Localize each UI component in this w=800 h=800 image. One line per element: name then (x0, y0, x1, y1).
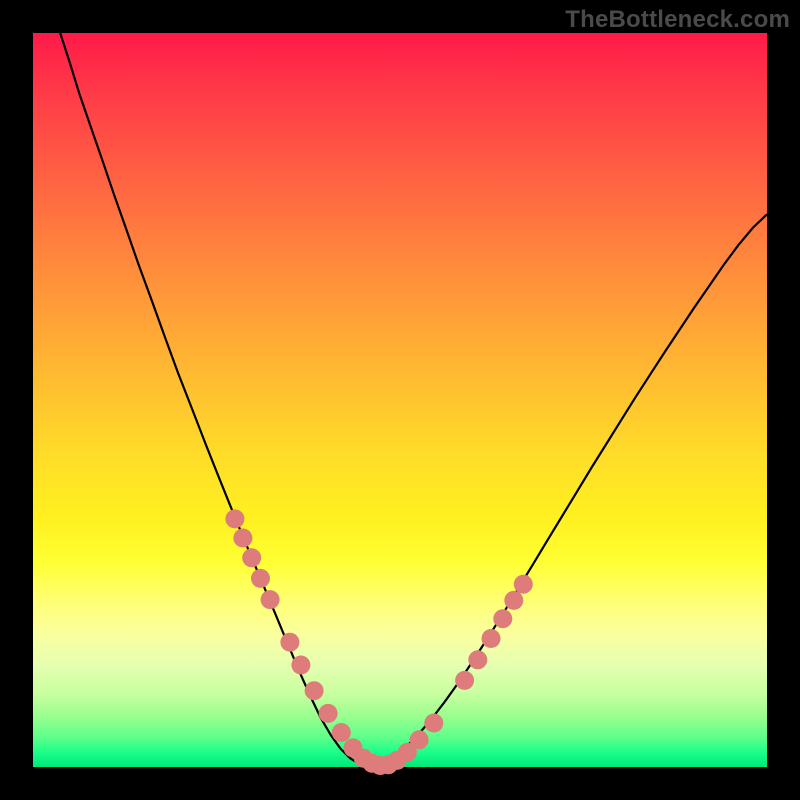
highlight-dot (225, 509, 244, 528)
highlight-dot (482, 629, 501, 648)
highlight-dot (291, 656, 310, 675)
highlight-dot (410, 730, 429, 749)
highlight-dot (251, 569, 270, 588)
highlight-dot (514, 575, 533, 594)
highlight-dot (468, 650, 487, 669)
bottleneck-curve (60, 33, 767, 766)
chart-overlay (0, 0, 800, 800)
highlight-dot (305, 681, 324, 700)
highlight-dot (242, 548, 261, 567)
highlight-dot (319, 704, 338, 723)
highlight-dot (233, 529, 252, 548)
chart-container: TheBottleneck.com (0, 0, 800, 800)
highlight-dot (493, 609, 512, 628)
highlight-dot (332, 723, 351, 742)
highlight-dot (455, 671, 474, 690)
highlight-dot (504, 591, 523, 610)
highlight-dot (280, 633, 299, 652)
highlight-dot (424, 714, 443, 733)
highlight-dot (261, 590, 280, 609)
